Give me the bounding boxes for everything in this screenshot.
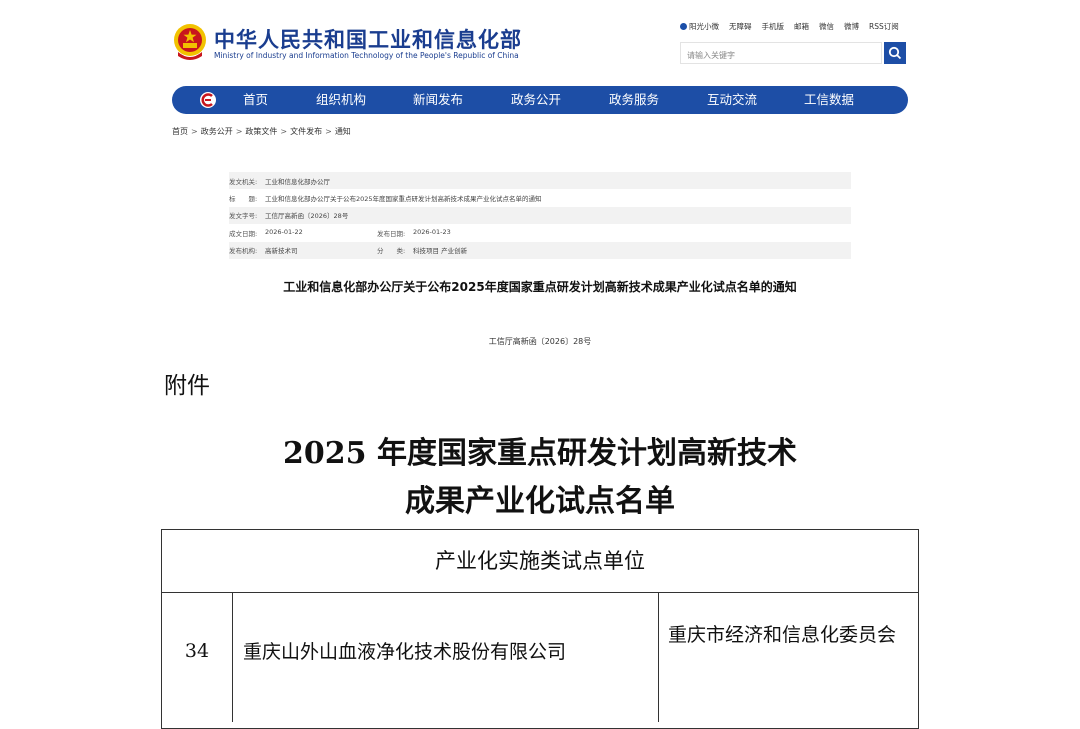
nav-item-government-affairs[interactable]: 政务公开 xyxy=(511,86,561,114)
top-link-mail[interactable]: 邮箱 xyxy=(794,21,809,32)
national-emblem-logo[interactable] xyxy=(172,22,208,62)
category-value: 科技项目 产业创新 xyxy=(413,247,468,256)
title-value: 工业和信息化部办公厅关于公布2025年度国家重点研发计划高新技术成果产业化试点名… xyxy=(265,195,542,204)
search-button[interactable] xyxy=(884,42,906,64)
agency-value: 高新技术司 xyxy=(265,247,298,256)
info-row-agency: 发布机构: 高新技术司 分 类: 科技项目 产业创新 xyxy=(229,241,851,259)
created-date-label: 成文日期: xyxy=(229,229,258,238)
nav-item-interaction[interactable]: 互动交流 xyxy=(707,86,757,114)
issuer-label: 发文机关: xyxy=(229,177,258,186)
title-label: 标 题: xyxy=(229,195,258,204)
breadcrumb-separator: > xyxy=(325,127,332,136)
document-title: 工业和信息化部办公厅关于公布2025年度国家重点研发计划高新技术成果产业化试点名… xyxy=(283,280,797,294)
top-links: 阳光小微 无障碍 手机版 邮箱 微信 微博 RSS订阅 xyxy=(680,21,899,32)
published-date-label: 发布日期: xyxy=(377,229,406,238)
nav-item-data[interactable]: 工信数据 xyxy=(804,86,854,114)
site-title[interactable]: 中华人民共和国工业和信息化部 xyxy=(214,24,522,54)
nav-logo-icon[interactable] xyxy=(199,91,217,109)
breadcrumb-file-release[interactable]: 文件发布 xyxy=(290,127,322,136)
breadcrumb-home[interactable]: 首页 xyxy=(172,127,188,136)
search-box xyxy=(680,42,883,66)
info-row-title: 标 题: 工业和信息化部办公厅关于公布2025年度国家重点研发计划高新技术成果产… xyxy=(229,189,851,206)
top-link-wechat[interactable]: 微信 xyxy=(819,21,834,32)
category-label: 分 类: xyxy=(377,247,406,256)
attachment-label: 附件 xyxy=(164,373,210,399)
sunshine-icon xyxy=(680,23,687,30)
row-number: 34 xyxy=(184,640,210,662)
breadcrumb-government-affairs[interactable]: 政务公开 xyxy=(201,127,233,136)
row-company: 重庆山外山血液净化技术股份有限公司 xyxy=(243,641,567,663)
top-link-accessibility[interactable]: 无障碍 xyxy=(729,21,752,32)
nav-item-news[interactable]: 新闻发布 xyxy=(413,86,463,114)
breadcrumb-separator: > xyxy=(235,127,243,136)
published-date-value: 2026-01-23 xyxy=(413,227,451,236)
info-row-dates: 成文日期: 2026-01-22 发布日期: 2026-01-23 xyxy=(229,224,851,241)
agency-label: 发布机构: xyxy=(229,247,258,256)
breadcrumb-separator: > xyxy=(191,127,198,136)
info-row-issuer: 发文机关: 工业和信息化部办公厅 xyxy=(229,172,851,190)
attachment-heading-line2: 成果产业化试点名单 xyxy=(405,484,675,519)
nav-item-services[interactable]: 政务服务 xyxy=(609,86,659,114)
nav-item-organization[interactable]: 组织机构 xyxy=(316,86,366,114)
row-region: 重庆市经济和信息化委员会 xyxy=(668,624,897,646)
top-link-rss[interactable]: RSS订阅 xyxy=(869,21,899,32)
search-icon xyxy=(888,46,902,60)
breadcrumb-separator: > xyxy=(280,127,288,136)
table-header: 产业化实施类试点单位 xyxy=(162,530,918,593)
attachment-heading-line1: 2025 年度国家重点研发计划高新技术 xyxy=(283,436,797,471)
number-value: 工信厅高新函〔2026〕28号 xyxy=(265,212,349,221)
number-label: 发文字号: xyxy=(229,212,258,221)
breadcrumb: 首页 > 政务公开 > 政策文件 > 文件发布 > 通知 xyxy=(172,126,351,137)
top-link-weibo[interactable]: 微博 xyxy=(844,21,859,32)
site-subtitle: Ministry of Industry and Information Tec… xyxy=(214,51,519,60)
document-info-table: 发文机关: 工业和信息化部办公厅 标 题: 工业和信息化部办公厅关于公布2025… xyxy=(229,172,851,259)
breadcrumb-notice[interactable]: 通知 xyxy=(335,127,351,136)
created-date-value: 2026-01-22 xyxy=(265,227,303,236)
nav-item-home[interactable]: 首页 xyxy=(243,86,268,114)
top-link-mobile[interactable]: 手机版 xyxy=(762,21,785,32)
table-divider xyxy=(658,592,659,722)
issuer-value: 工业和信息化部办公厅 xyxy=(265,177,330,186)
breadcrumb-policy-files[interactable]: 政策文件 xyxy=(245,127,277,136)
info-row-number: 发文字号: 工信厅高新函〔2026〕28号 xyxy=(229,206,851,225)
table-divider xyxy=(232,592,233,722)
top-link-sunshine[interactable]: 阳光小微 xyxy=(680,21,719,32)
search-input[interactable] xyxy=(681,45,883,66)
document-number: 工信厅高新函〔2026〕28号 xyxy=(488,337,592,346)
